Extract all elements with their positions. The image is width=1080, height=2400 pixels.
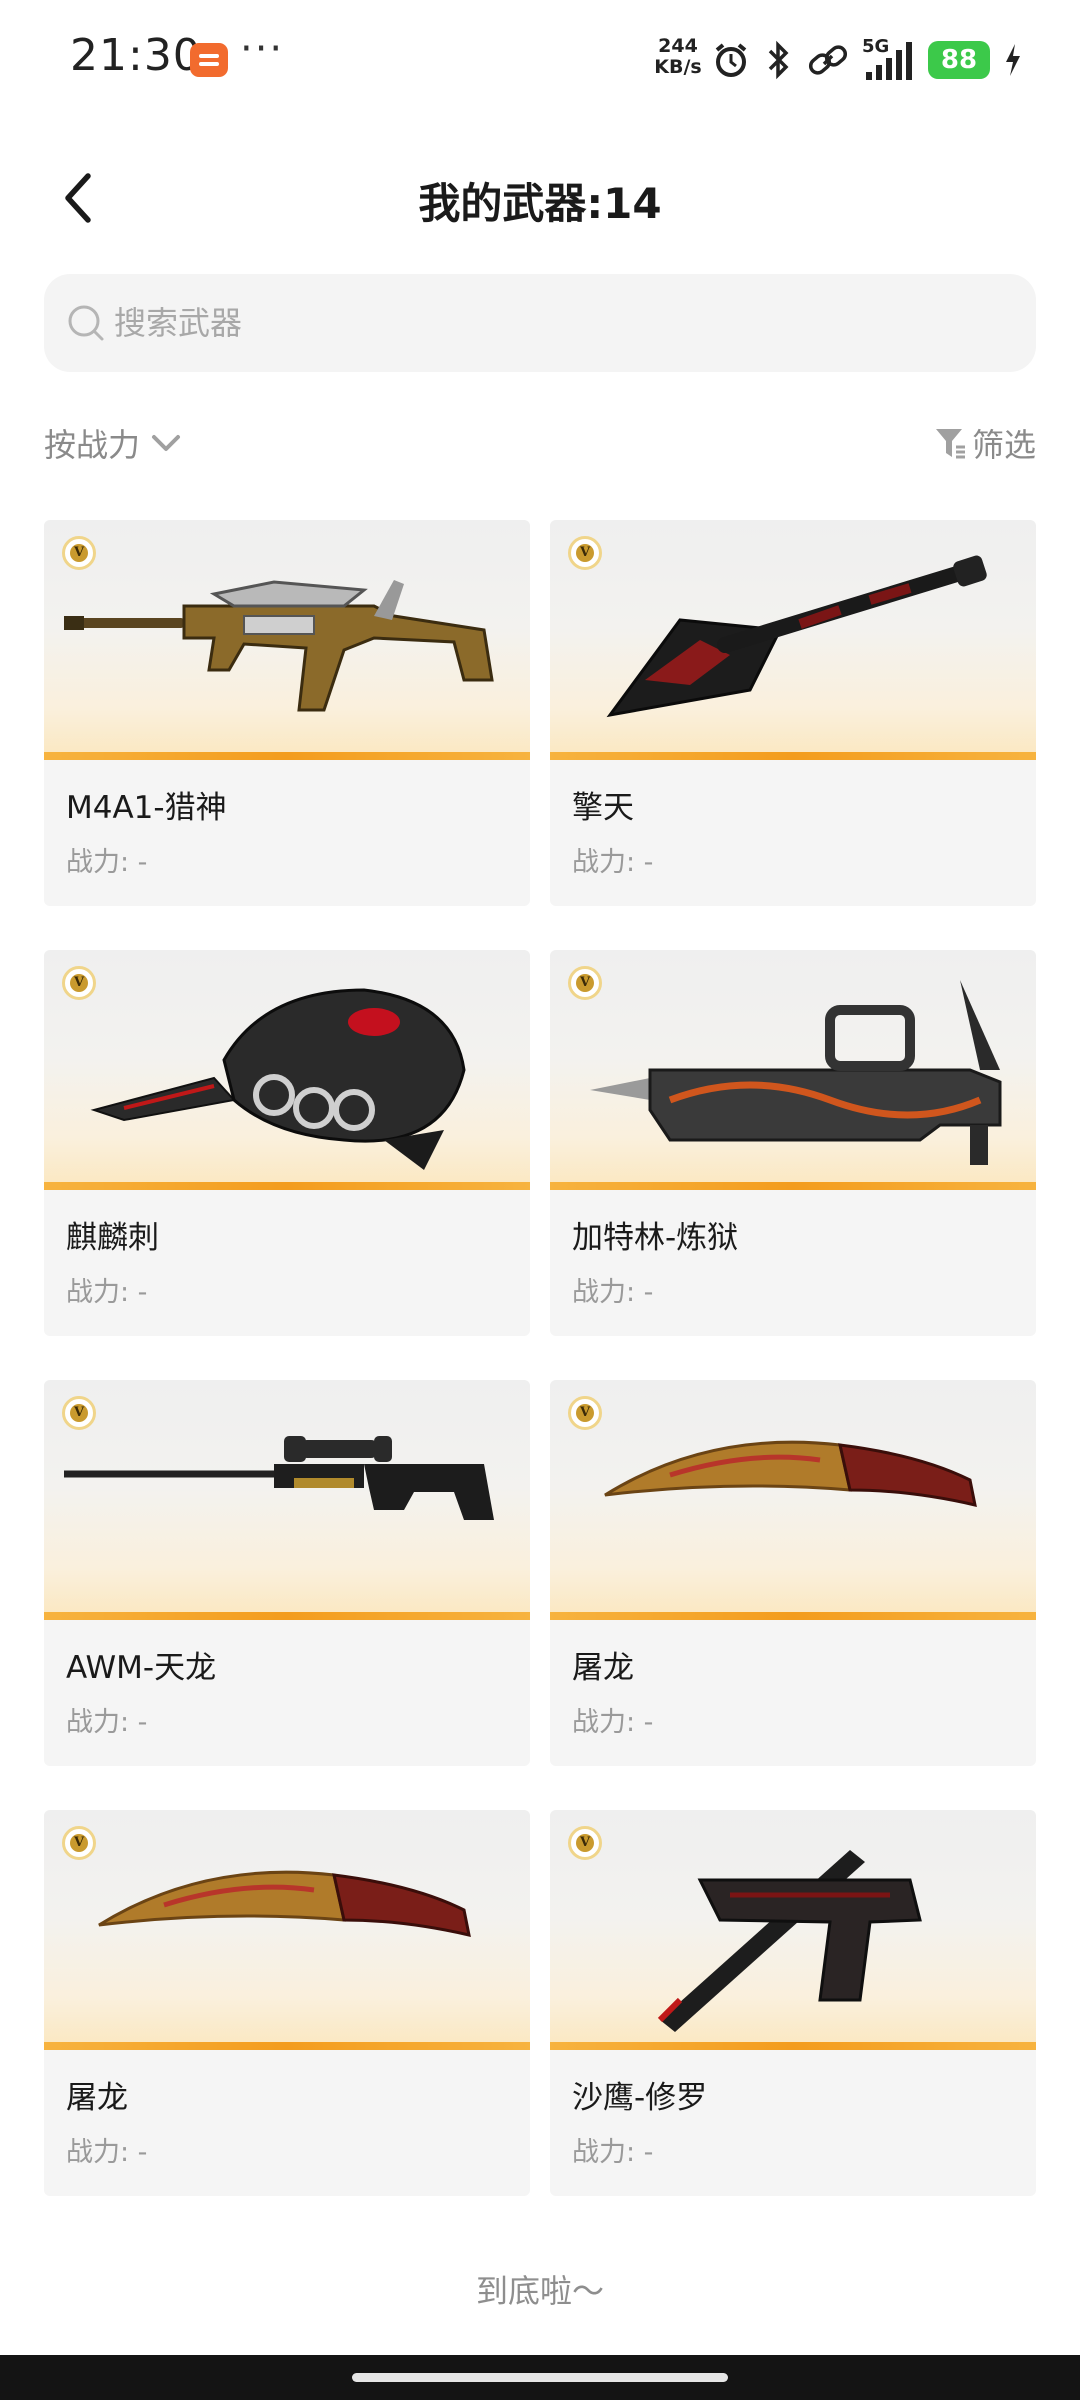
more-notifications-icon: ··· [240, 26, 285, 72]
chevron-down-icon [152, 435, 181, 451]
weapon-image: V [550, 1810, 1036, 2050]
vip-badge-icon: V [568, 966, 602, 1000]
network-speed-value: 244 [658, 35, 698, 57]
charging-icon [1006, 44, 1020, 76]
weapon-power: 战力: - [572, 2137, 654, 2168]
weapon-card[interactable]: V AWM-天龙 战力: - [44, 1380, 530, 1766]
weapon-card[interactable]: V 擎天 战力: - [550, 520, 1036, 906]
status-icons: 5G 88 [712, 36, 1022, 84]
alarm-icon [715, 43, 747, 77]
weapon-name: 麒麟刺 [66, 1220, 159, 1256]
weapon-card[interactable]: V 屠龙 战力: - [550, 1380, 1036, 1766]
weapon-power: 战力: - [66, 2137, 148, 2168]
search-box[interactable] [44, 274, 1036, 372]
vip-badge-icon: V [568, 1826, 602, 1860]
weapon-image: V [44, 1810, 530, 2050]
weapon-power: 战力: - [66, 1707, 148, 1738]
pistol-knife-icon [657, 1850, 922, 2032]
network-speed-unit: KB/s [654, 56, 702, 78]
weapon-power: 战力: - [572, 1707, 654, 1738]
weapon-name: 沙鹰-修罗 [572, 2080, 708, 2116]
status-bar: 21:30 ··· 244 KB/s 5G 88 [0, 0, 1080, 120]
kukri-icon [604, 1440, 977, 1507]
weapon-name: AWM-天龙 [66, 1650, 217, 1686]
kukri-icon [98, 1870, 471, 1937]
link-icon [808, 45, 848, 75]
weapon-card[interactable]: V 屠龙 战力: - [44, 1810, 530, 2196]
weapon-card[interactable]: V 麒麟刺 战力: - [44, 950, 530, 1336]
weapon-card[interactable]: V M4A1-猎神 战力: - [44, 520, 530, 906]
app-notification-icon [190, 43, 228, 77]
knuckle-knife-icon [90, 988, 466, 1170]
weapon-name: 加特林-炼狱 [572, 1220, 739, 1256]
filter-icon [935, 429, 965, 459]
page-title: 我的武器:14 [418, 179, 662, 228]
weapon-power: 战力: - [572, 1277, 654, 1308]
vip-badge-icon: V [62, 1396, 96, 1430]
weapon-card[interactable]: V 沙鹰-修罗 战力: - [550, 1810, 1036, 2196]
weapon-name: 屠龙 [572, 1650, 634, 1686]
filter-label: 筛选 [971, 426, 1036, 464]
sniper-rifle-icon [64, 1436, 494, 1520]
vip-badge-icon: V [62, 966, 96, 1000]
vip-badge-icon: V [568, 1396, 602, 1430]
weapon-name: 屠龙 [66, 2080, 128, 2116]
vip-badge-icon: V [62, 1826, 96, 1860]
weapon-name: M4A1-猎神 [66, 790, 227, 826]
bluetooth-icon [768, 40, 789, 80]
weapon-image: V [44, 520, 530, 760]
weapon-power: 战力: - [66, 1277, 148, 1308]
weapon-image: V [550, 1380, 1036, 1620]
signal-indicator: 5G [862, 36, 914, 82]
weapon-power: 战力: - [66, 847, 148, 878]
weapon-image: V [44, 1380, 530, 1620]
search-input[interactable] [114, 294, 994, 352]
signal-icon [866, 42, 912, 80]
network-speed: 244 KB/s [650, 36, 706, 78]
home-indicator[interactable] [352, 2373, 728, 2382]
rifle-icon [64, 580, 494, 712]
vip-badge-icon: V [62, 536, 96, 570]
sort-dropdown[interactable]: 按战力 [44, 418, 182, 468]
shovel-icon [606, 555, 987, 718]
weapon-power: 战力: - [572, 847, 654, 878]
status-time: 21:30 [70, 30, 202, 81]
battery-indicator: 88 [928, 41, 990, 79]
gatling-icon [590, 980, 1002, 1165]
weapon-image: V [44, 950, 530, 1190]
weapon-card[interactable]: V 加特林-炼狱 战力: - [550, 950, 1036, 1336]
vip-badge-icon: V [568, 536, 602, 570]
filter-button[interactable]: 筛选 [934, 418, 1036, 468]
weapon-name: 擎天 [572, 790, 634, 826]
weapon-image: V [550, 950, 1036, 1190]
sort-label: 按战力 [44, 426, 141, 464]
weapon-image: V [550, 520, 1036, 760]
end-of-list-text: 到底啦～ [475, 2272, 604, 2310]
search-icon [68, 305, 104, 341]
